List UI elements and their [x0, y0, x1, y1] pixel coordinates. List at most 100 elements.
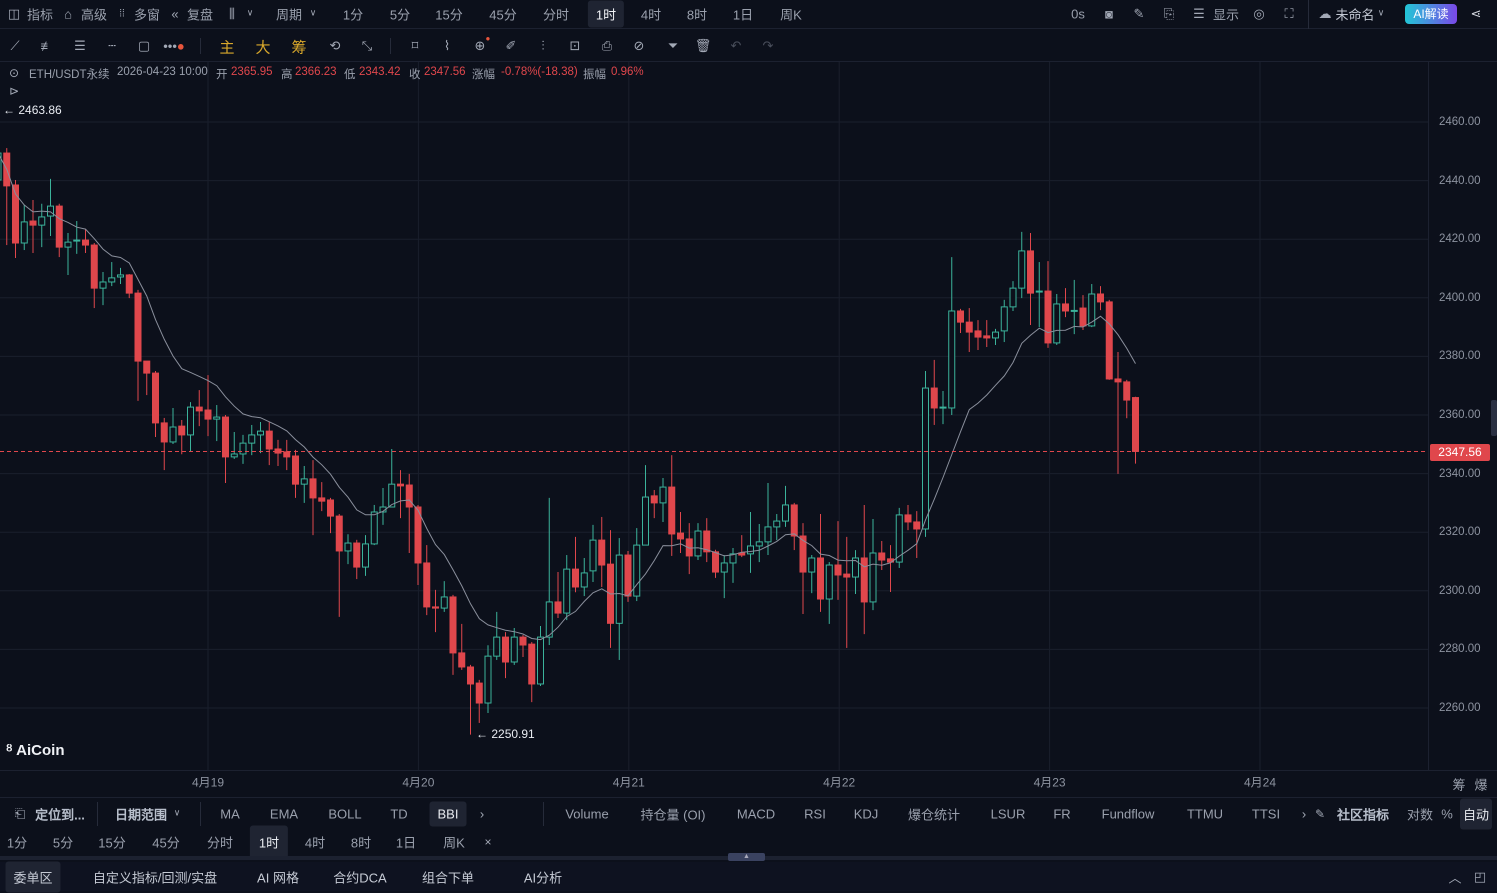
note-icon[interactable]: ⎙: [602, 38, 612, 54]
share-icon[interactable]: ⋖: [1471, 6, 1482, 22]
period-tab-3[interactable]: 45分: [489, 5, 516, 24]
sub-indicator-4[interactable]: KDJ: [854, 807, 879, 822]
rectangle-icon[interactable]: ▢: [138, 38, 150, 54]
sub-indicator-5[interactable]: 爆仓统计: [908, 805, 960, 824]
price-axis-handle[interactable]: [1491, 400, 1497, 436]
redo-icon[interactable]: ↷: [763, 38, 774, 54]
period-tab-5[interactable]: 1时: [587, 0, 625, 28]
horizontal-line-icon[interactable]: ┄: [108, 38, 116, 54]
display-button[interactable]: 显示: [1213, 5, 1239, 24]
multi-window-button[interactable]: 多窗: [134, 5, 160, 24]
period-row-item-5[interactable]: 1时: [249, 825, 289, 859]
bottom-tab-5[interactable]: AI分析: [524, 868, 562, 887]
ruler-icon[interactable]: ⌇: [444, 38, 450, 54]
liquidation-toggle[interactable]: 爆: [1474, 775, 1487, 794]
chevron-right-icon[interactable]: ›: [480, 807, 484, 822]
sub-indicator-10[interactable]: TTSI: [1252, 807, 1280, 822]
community-indicators-button[interactable]: 社区指标: [1337, 805, 1389, 824]
log-scale-toggle[interactable]: 对数: [1407, 805, 1433, 824]
collapse-icon[interactable]: ⊙: [9, 66, 19, 80]
bookmark-icon[interactable]: ⌑: [412, 38, 419, 54]
chevron-right-icon[interactable]: ›: [1302, 807, 1306, 822]
popout-icon[interactable]: ◰: [1474, 869, 1486, 885]
sub-indicator-6[interactable]: LSUR: [991, 807, 1026, 822]
sub-indicator-8[interactable]: Fundflow: [1102, 807, 1155, 822]
brush-icon[interactable]: ✐: [506, 38, 517, 54]
sub-indicator-1[interactable]: 持仓量 (OI): [641, 805, 706, 824]
period-tab-1[interactable]: 5分: [390, 5, 410, 24]
expand-chevron-icon[interactable]: ⊳: [9, 84, 19, 98]
main-indicator-boll[interactable]: BOLL: [328, 807, 361, 822]
collapse-up-icon[interactable]: ︿: [1448, 868, 1461, 887]
sub-indicator-2[interactable]: MACD: [737, 807, 775, 822]
period-tab-4[interactable]: 分时: [543, 5, 569, 24]
trend-line-icon[interactable]: ⟋: [10, 38, 19, 54]
chips-button[interactable]: 筹: [291, 37, 306, 58]
period-tab-0[interactable]: 1分: [343, 5, 363, 24]
period-row-item-9[interactable]: 周K: [443, 833, 465, 852]
bottom-tab-1[interactable]: 自定义指标/回测/实盘: [93, 868, 217, 887]
period-tab-9[interactable]: 周K: [780, 5, 802, 24]
edit-icon[interactable]: ✎: [1315, 807, 1325, 821]
sub-indicator-3[interactable]: RSI: [804, 807, 826, 822]
sync-draw-icon[interactable]: ⟲: [330, 38, 341, 54]
chart-type-icon[interactable]: ⫼: [229, 6, 235, 22]
period-tab-2[interactable]: 15分: [435, 5, 462, 24]
period-tab-6[interactable]: 4时: [641, 5, 661, 24]
main-force-button[interactable]: 主: [219, 37, 234, 58]
filter-icon[interactable]: ⏷: [668, 38, 678, 54]
big-order-button[interactable]: 大: [255, 37, 270, 58]
close-period-row-icon[interactable]: ×: [484, 835, 491, 849]
percent-scale-toggle[interactable]: %: [1441, 807, 1453, 822]
lock-icon[interactable]: ⊡: [570, 38, 581, 54]
main-indicator-bbi[interactable]: BBI: [429, 801, 467, 827]
fullscreen-icon[interactable]: ⛶: [1284, 6, 1293, 22]
sub-indicator-0[interactable]: Volume: [565, 807, 608, 822]
replay-button[interactable]: 复盘: [187, 5, 213, 24]
indicators-button[interactable]: 指标: [27, 5, 53, 24]
sub-indicator-7[interactable]: FR: [1053, 807, 1070, 822]
layout-name-dropdown[interactable]: 未命名: [1335, 5, 1374, 24]
template-icon[interactable]: ⎘: [1164, 6, 1174, 22]
link-icon[interactable]: ⊘: [634, 38, 645, 54]
parallel-lines-icon[interactable]: ≢: [41, 39, 54, 54]
settings-icon[interactable]: ◎: [1253, 6, 1264, 22]
zoom-icon[interactable]: ⊕ ●: [475, 34, 491, 54]
period-row-item-4[interactable]: 分时: [207, 833, 233, 852]
auto-scale-toggle[interactable]: 自动: [1459, 798, 1493, 830]
splitter-handle-icon[interactable]: ▲: [728, 853, 765, 861]
locate-button[interactable]: 定位到...: [35, 805, 85, 824]
period-row-item-6[interactable]: 4时: [305, 833, 325, 852]
bottom-tab-2[interactable]: AI 网格: [257, 868, 299, 887]
bottom-tab-3[interactable]: 合约DCA: [333, 868, 386, 887]
horizontal-lines-icon[interactable]: ☰: [74, 38, 86, 54]
period-tab-8[interactable]: 1日: [733, 5, 753, 24]
advanced-button[interactable]: 高级: [81, 5, 107, 24]
period-row-item-3[interactable]: 45分: [152, 833, 179, 852]
candles-icon[interactable]: ⫶: [541, 38, 544, 54]
period-row-item-1[interactable]: 5分: [53, 833, 73, 852]
main-indicator-ema[interactable]: EMA: [270, 807, 298, 822]
chips-toggle[interactable]: 筹: [1452, 775, 1465, 794]
period-row-item-7[interactable]: 8时: [351, 833, 371, 852]
measure-icon[interactable]: ⤡: [362, 38, 372, 54]
pen-icon[interactable]: ✎: [1134, 6, 1145, 22]
period-dropdown[interactable]: 周期: [276, 5, 302, 24]
drawing-toolbar: ⟋ ≢ ☰ ┄ ▢ •••● 主 大 筹 ⟲ ⤡ ⌑ ⌇ ⊕ ● ✐ ⫶ ⊡ ⎙ …: [0, 30, 1497, 62]
main-indicator-ma[interactable]: MA: [220, 807, 240, 822]
bottom-tab-0[interactable]: 委单区: [5, 861, 61, 893]
sub-indicator-9[interactable]: TTMU: [1187, 807, 1223, 822]
trash-icon[interactable]: 🗑: [695, 38, 712, 54]
more-icon[interactable]: •••●: [163, 39, 185, 54]
camera-icon[interactable]: ◙: [1105, 7, 1113, 22]
period-tab-7[interactable]: 8时: [687, 5, 707, 24]
main-indicator-td[interactable]: TD: [390, 807, 407, 822]
period-row-item-2[interactable]: 15分: [98, 833, 125, 852]
period-row-item-8[interactable]: 1日: [396, 833, 416, 852]
undo-icon[interactable]: ↶: [731, 38, 742, 54]
candlestick-chart[interactable]: [0, 62, 1428, 770]
ai-interpret-button[interactable]: AI解读: [1405, 4, 1457, 24]
date-range-dropdown[interactable]: 日期范围: [115, 805, 167, 824]
period-row-item-0[interactable]: 1分: [7, 833, 27, 852]
bottom-tab-4[interactable]: 组合下单: [422, 868, 474, 887]
